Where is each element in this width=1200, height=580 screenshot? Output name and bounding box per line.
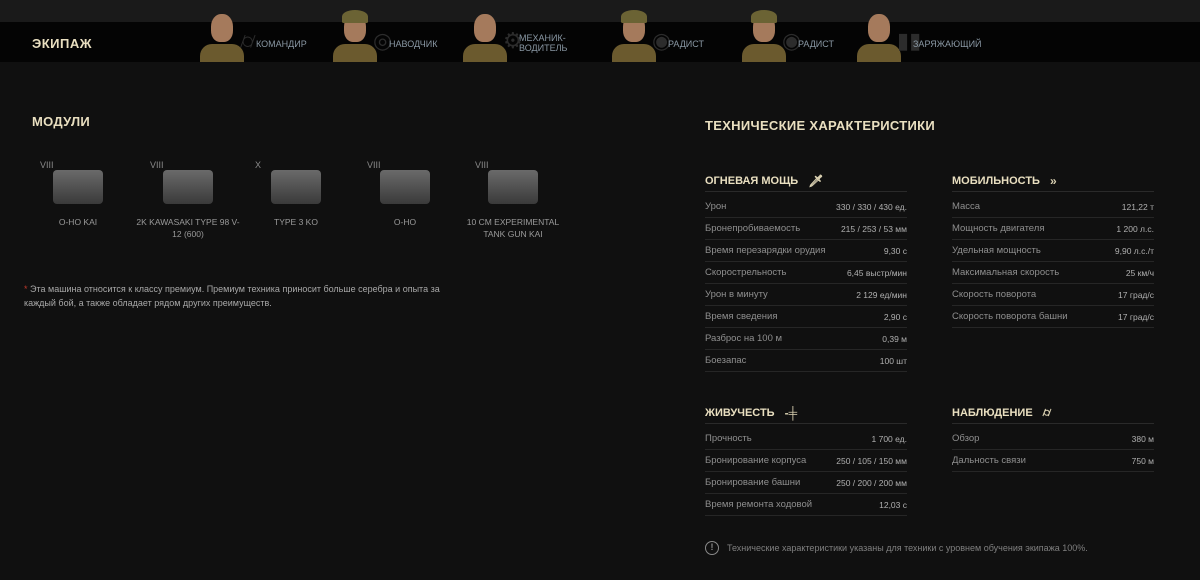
module-name: O-HO KAI <box>58 217 98 227</box>
engine-icon <box>163 170 213 204</box>
sword-icon: 🗡 <box>808 173 824 188</box>
spec-row: Удельная мощность 9,90 л.с./т <box>952 240 1154 262</box>
crew-role-label: НАВОДЧИК <box>389 39 438 49</box>
spec-row: Разброс на 100 м 0,39 м <box>705 328 907 350</box>
crew-bar <box>0 22 1200 62</box>
module-engine[interactable]: VIII 2K KAWASAKI TYPE 98 V-12 (600) <box>133 160 243 240</box>
crew-role-label: МЕХАНИК-ВОДИТЕЛЬ <box>519 33 568 53</box>
specs-title: ТЕХНИЧЕСКИЕ ХАРАКТЕРИСТИКИ <box>705 118 936 133</box>
crew-portrait <box>333 10 377 62</box>
spec-section-mobility: МОБИЛЬНОСТЬ » Масса 121,22 т Мощность двига… <box>952 170 1154 328</box>
crew-portrait <box>857 10 901 62</box>
crew-portrait <box>463 10 507 62</box>
spec-row: Скорость поворота 17 град/с <box>952 284 1154 306</box>
top-strip <box>0 0 1200 22</box>
section-title: МОБИЛЬНОСТЬ <box>952 174 1040 187</box>
chevrons-icon: » <box>1049 173 1057 188</box>
binoculars-icon: ⌭ <box>240 28 256 53</box>
module-tracks[interactable]: VIII O-HO KAI <box>23 160 133 228</box>
section-title: НАБЛЮДЕНИЕ <box>952 406 1033 419</box>
spec-row: Прочность 1 700 ед. <box>705 428 907 450</box>
radio-icon <box>271 170 321 204</box>
binoculars-icon: ⌭ <box>1042 405 1052 419</box>
module-name: 10 CM EXPERIMENTAL TANK GUN KAI <box>466 217 560 239</box>
module-tier: VIII <box>475 160 489 170</box>
module-name: 2K KAWASAKI TYPE 98 V-12 (600) <box>136 217 240 239</box>
module-radio[interactable]: X TYPE 3 KO <box>241 160 351 228</box>
tracks-icon <box>53 170 103 204</box>
module-turret[interactable]: VIII O-HO <box>350 160 460 228</box>
crew-role-label: РАДИСТ <box>668 39 704 49</box>
turret-icon <box>380 170 430 204</box>
spec-row: Бронирование корпуса 250 / 105 / 150 мм <box>705 450 907 472</box>
module-tier: VIII <box>150 160 164 170</box>
crew-portrait <box>200 10 244 62</box>
section-title: ЖИВУЧЕСТЬ <box>705 406 775 419</box>
spec-row: Скорость поворота башни 17 град/с <box>952 306 1154 328</box>
armor-icon: -╪ <box>784 405 798 420</box>
spec-row: Масса 121,22 т <box>952 196 1154 218</box>
crew-role-label: КОМАНДИР <box>256 39 307 49</box>
spec-row: Обзор 380 м <box>952 428 1154 450</box>
spec-row: Бронепробиваемость 215 / 253 / 53 мм <box>705 218 907 240</box>
crew-title: ЭКИПАЖ <box>32 36 93 51</box>
specs-footnote: ! Технические характеристики указаны для … <box>705 541 1088 555</box>
spec-section-observation: НАБЛЮДЕНИЕ ⌭ Обзор 380 м Дальность связи 750… <box>952 402 1154 472</box>
modules-title: МОДУЛИ <box>32 114 91 129</box>
spec-row: Урон 330 / 330 / 430 ед. <box>705 196 907 218</box>
spec-section-survivability: ЖИВУЧЕСТЬ -╪ Прочность 1 700 ед. Бронирован… <box>705 402 907 516</box>
spec-row: Мощность двигателя 1 200 л.с. <box>952 218 1154 240</box>
module-tier: VIII <box>40 160 54 170</box>
module-name: TYPE 3 KO <box>274 217 318 227</box>
section-title: ОГНЕВАЯ МОЩЬ <box>705 174 799 187</box>
spec-section-firepower: ОГНЕВАЯ МОЩЬ 🗡 Урон 330 / 330 / 430 ед. Бро… <box>705 170 907 372</box>
spec-row: Урон в минуту 2 129 ед/мин <box>705 284 907 306</box>
spec-row: Время ремонта ходовой 12,03 с <box>705 494 907 516</box>
module-name: O-HO <box>393 217 417 227</box>
crew-role-label: ЗАРЯЖАЮЩИЙ <box>913 39 982 49</box>
spec-row: Максимальная скорость 25 км/ч <box>952 262 1154 284</box>
spec-row: Дальность связи 750 м <box>952 450 1154 472</box>
spec-row: Время перезарядки орудия 9,30 с <box>705 240 907 262</box>
spec-row: Боезапас 100 шт <box>705 350 907 372</box>
info-icon: ! <box>705 541 719 555</box>
spec-row: Бронирование башни 250 / 200 / 200 мм <box>705 472 907 494</box>
crew-portrait <box>742 10 786 62</box>
crew-role-label: РАДИСТ <box>798 39 834 49</box>
crew-portrait <box>612 10 656 62</box>
spec-row: Скорострельность 6,45 выстр/мин <box>705 262 907 284</box>
gun-icon <box>488 170 538 204</box>
module-tier: VIII <box>367 160 381 170</box>
module-tier: X <box>255 160 262 170</box>
module-gun[interactable]: VIII 10 CM EXPERIMENTAL TANK GUN KAI <box>458 160 568 240</box>
premium-note: * Эта машина относится к классу премиум.… <box>24 284 440 308</box>
spec-row: Время сведения 2,90 с <box>705 306 907 328</box>
